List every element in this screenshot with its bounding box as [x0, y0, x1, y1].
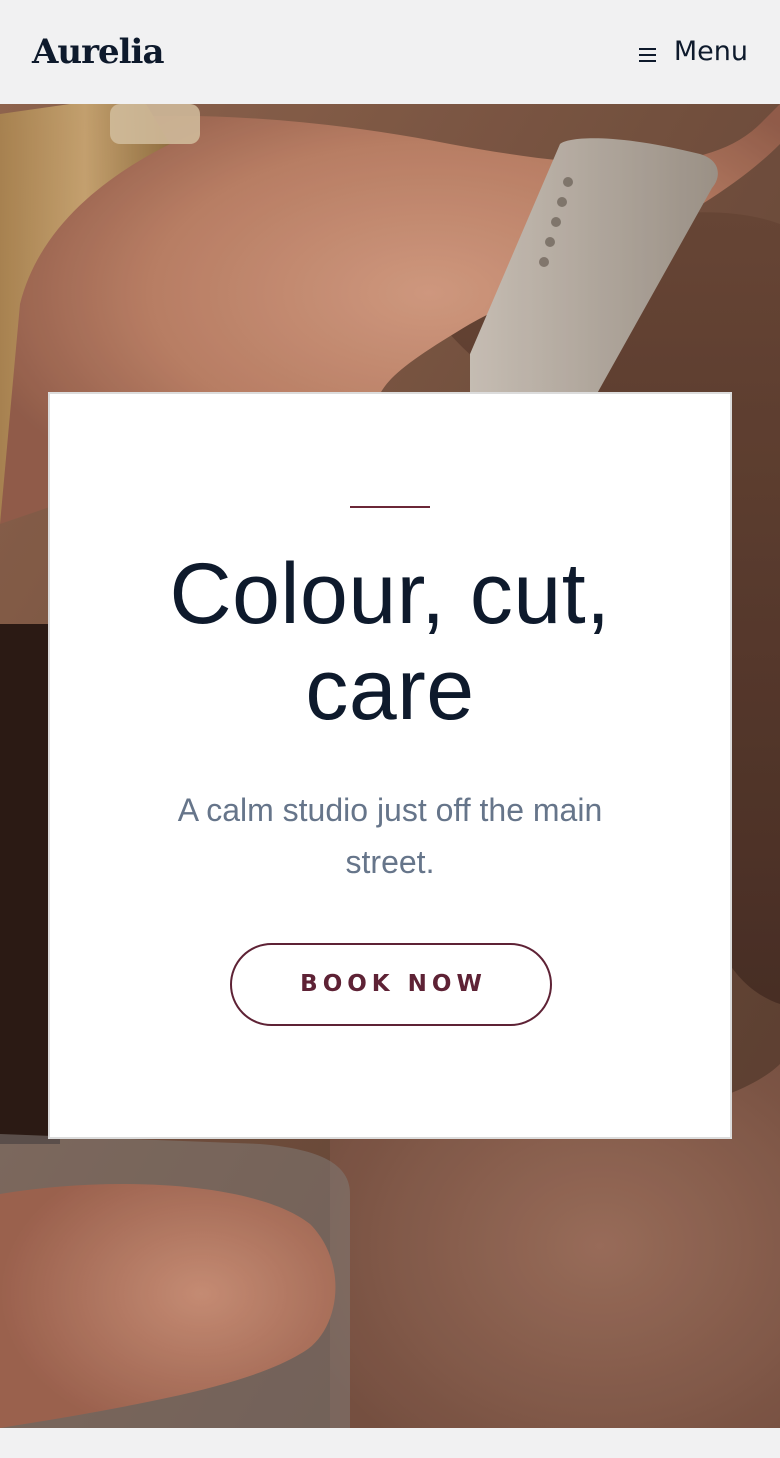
- site-header: Aurelia Menu: [0, 0, 780, 104]
- menu-label[interactable]: Menu: [674, 30, 748, 74]
- menu-button[interactable]: Menu: [638, 30, 748, 74]
- page-footer-strip: [0, 1428, 780, 1458]
- hero-title-line1: Colour, cut,: [169, 546, 611, 642]
- hero-card: Colour, cut, care A calm studio just off …: [48, 392, 732, 1139]
- book-now-button[interactable]: BOOK NOW: [230, 943, 552, 1026]
- hero-title-line2: care: [305, 642, 475, 738]
- hamburger-menu-icon[interactable]: [638, 47, 656, 62]
- hero-title: Colour, cut, care: [90, 546, 690, 738]
- hero-subtitle-line2: street.: [345, 844, 435, 880]
- brand-logo[interactable]: Aurelia: [32, 28, 165, 76]
- accent-divider: [350, 506, 430, 508]
- hero-subtitle: A calm studio just off the main street.: [120, 784, 660, 888]
- hero-subtitle-line1: A calm studio just off the main: [177, 792, 603, 828]
- page: Aurelia Menu Colour, cut, care A calm st…: [0, 0, 780, 1458]
